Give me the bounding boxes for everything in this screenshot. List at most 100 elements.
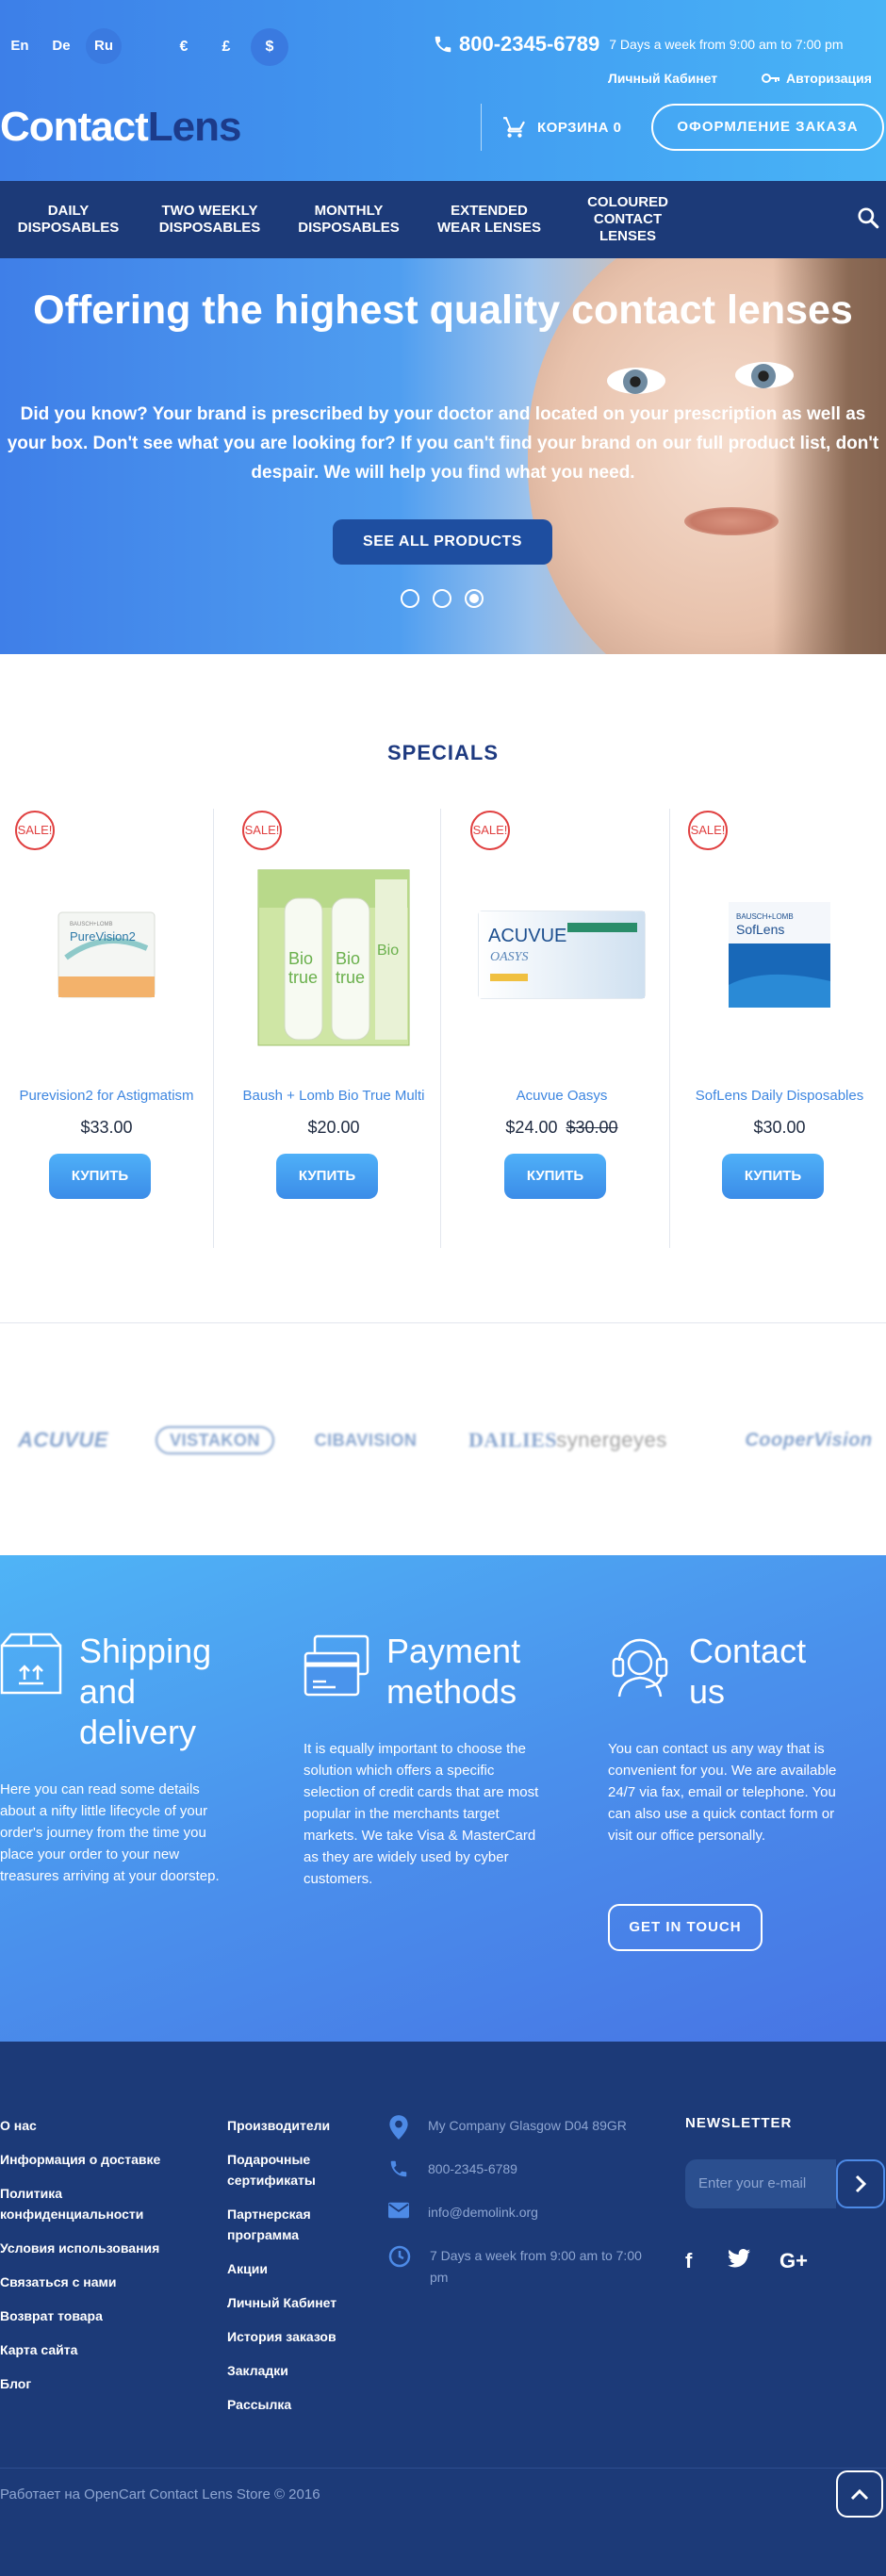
product-name[interactable]: Purevision2 for Astigmatism — [0, 1088, 213, 1104]
newsletter-submit-button[interactable] — [836, 2159, 885, 2208]
newsletter-email-input[interactable]: Enter your e-mail — [685, 2159, 836, 2208]
login-label: Авторизация — [786, 71, 872, 86]
footer-link-affiliate[interactable]: Партнерская программа — [227, 2204, 340, 2245]
product-image[interactable]: ACUVUE OASYS — [455, 846, 668, 1063]
buy-button[interactable]: КУПИТЬ — [49, 1154, 151, 1199]
footer-link-delivery[interactable]: Информация о доставке — [0, 2149, 160, 2170]
nav-coloured-contact-lenses[interactable]: COLOURED CONTACT LENSES — [575, 181, 681, 258]
buy-button[interactable]: КУПИТЬ — [276, 1154, 378, 1199]
lang-en[interactable]: En — [2, 28, 38, 64]
google-plus-icon[interactable]: G+ — [779, 2249, 808, 2273]
site-logo[interactable]: ContactLens — [0, 104, 241, 151]
brand-logo-dailies[interactable]: DAILIES — [466, 1421, 560, 1459]
brand-logo-vistakon[interactable]: VISTAKON — [156, 1426, 274, 1454]
footer-link-blog[interactable]: Блог — [0, 2373, 31, 2394]
buy-button[interactable]: КУПИТЬ — [722, 1154, 824, 1199]
product-divider — [669, 809, 670, 1248]
currency-pound[interactable]: £ — [207, 28, 245, 66]
brand-logo-cibavision[interactable]: CIBAVISION — [311, 1421, 420, 1459]
product-image[interactable]: Bio true Bio true Bio — [227, 846, 440, 1063]
footer-link-contact[interactable]: Связаться с нами — [0, 2272, 116, 2292]
contact-title: Contact us — [689, 1632, 807, 1711]
buy-button[interactable]: КУПИТЬ — [504, 1154, 606, 1199]
svg-text:Bio: Bio — [377, 943, 399, 959]
phone-icon — [435, 36, 451, 53]
lang-ru[interactable]: Ru — [86, 28, 122, 64]
currency-euro[interactable]: € — [165, 28, 203, 66]
shipping-text: Here you can read some details about a n… — [0, 1781, 220, 1884]
svg-text:Bio: Bio — [336, 949, 360, 968]
product-card: SALE! Bio true Bio true Bio Baush + Lomb… — [227, 809, 440, 1248]
contact-text: You can contact us any way that is conve… — [608, 1741, 837, 1844]
hero-title: Offering the highest quality contact len… — [33, 287, 853, 333]
nav-monthly-disposables[interactable]: MONTHLY DISPOSABLES — [287, 181, 410, 258]
product-name[interactable]: Acuvue Oasys — [455, 1088, 668, 1104]
footer-link-order-history[interactable]: История заказов — [227, 2326, 336, 2347]
payment-title: Payment methods — [386, 1632, 521, 1711]
phone-icon — [390, 2160, 407, 2177]
brand-logo-acuvue[interactable]: ACUVUE — [8, 1421, 119, 1459]
checkout-button[interactable]: ОФОРМЛЕНИЕ ЗАКАЗА — [651, 104, 884, 151]
footer-link-manufacturers[interactable]: Производители — [227, 2115, 330, 2136]
cart-icon — [503, 117, 525, 138]
search-button[interactable] — [856, 205, 880, 235]
copyright-text: Работает на OpenCart Contact Lens Store … — [0, 2486, 320, 2502]
slider-dot-3[interactable] — [465, 589, 484, 608]
work-hours: 7 Days a week from 9:00 am to 7:00 pm — [609, 37, 844, 52]
cart-label: КОРЗИНА 0 — [537, 119, 622, 136]
currency-dollar[interactable]: $ — [251, 28, 288, 66]
newsletter-title: NEWSLETTER — [685, 2115, 793, 2131]
old-price: $30.00 — [566, 1118, 618, 1137]
product-name[interactable]: SofLens Daily Disposables — [673, 1088, 886, 1104]
footer-link-specials[interactable]: Акции — [227, 2258, 268, 2279]
sale-badge: SALE! — [470, 811, 510, 850]
account-link[interactable]: Личный Кабинет — [608, 71, 717, 86]
footer-email[interactable]: info@demolink.org — [388, 2202, 654, 2223]
footer-link-privacy[interactable]: Политика конфиденциальности — [0, 2183, 189, 2224]
product-image[interactable]: BAUSCH+LOMB SofLens — [673, 846, 886, 1063]
nav-extended-wear-lenses[interactable]: EXTENDED WEAR LENSES — [430, 181, 549, 258]
footer-link-account[interactable]: Личный Кабинет — [227, 2292, 336, 2313]
product-card: SALE! PureVision2 BAUSCH+LOMB Purevision… — [0, 809, 213, 1248]
login-link[interactable]: Авторизация — [762, 71, 872, 86]
footer-link-newsletter[interactable]: Рассылка — [227, 2394, 291, 2415]
lang-de[interactable]: De — [43, 28, 79, 64]
footer-phone[interactable]: 800-2345-6789 — [388, 2158, 654, 2180]
get-in-touch-button[interactable]: GET IN TOUCH — [608, 1904, 763, 1951]
footer-divider — [0, 2468, 886, 2469]
footer-link-wishlist[interactable]: Закладки — [227, 2360, 288, 2381]
nav-daily-disposables[interactable]: DAILY DISPOSABLES — [9, 181, 127, 258]
svg-text:OASYS: OASYS — [490, 950, 528, 964]
main-nav: DAILY DISPOSABLES TWO WEEKLY DISPOSABLES… — [0, 181, 886, 258]
key-icon — [762, 74, 779, 83]
brand-logo-synergeyes[interactable]: synergeyes — [556, 1421, 667, 1459]
mail-icon — [388, 2202, 409, 2219]
hero-lips — [684, 507, 779, 535]
contact-block: Contact us You can contact us any way th… — [608, 1631, 844, 1846]
phone-number: 800-2345-6789 — [459, 32, 600, 56]
payment-text: It is equally important to choose the so… — [304, 1741, 539, 1887]
cart-button[interactable]: КОРЗИНА 0 — [501, 115, 621, 139]
footer-link-about[interactable]: О нас — [0, 2115, 37, 2136]
slider-dot-2[interactable] — [433, 589, 451, 608]
facebook-icon[interactable]: f — [685, 2249, 692, 2273]
footer-link-returns[interactable]: Возврат товара — [0, 2305, 103, 2326]
brand-logo-coopervision[interactable]: CooperVision — [745, 1421, 872, 1459]
footer-link-terms[interactable]: Условия использования — [0, 2238, 159, 2258]
sale-badge: SALE! — [15, 811, 55, 850]
see-all-products-button[interactable]: SEE ALL PRODUCTS — [333, 519, 552, 565]
section-divider — [0, 1322, 886, 1323]
twitter-icon[interactable] — [728, 2249, 750, 2273]
product-name[interactable]: Baush + Lomb Bio True Multi — [227, 1088, 440, 1104]
box-icon — [0, 1633, 62, 1695]
footer-address: My Company Glasgow D04 89GR — [388, 2115, 654, 2140]
nav-two-weekly-disposables[interactable]: TWO WEEKLY DISPOSABLES — [151, 181, 269, 258]
slider-dot-1[interactable] — [401, 589, 419, 608]
footer-link-sitemap[interactable]: Карта сайта — [0, 2339, 77, 2360]
footer-link-gift-certificates[interactable]: Подарочные сертификаты — [227, 2149, 340, 2190]
header-phone[interactable]: 800-2345-6789 7 Days a week from 9:00 am… — [433, 32, 843, 57]
chevron-up-icon — [850, 2488, 869, 2501]
product-image[interactable]: PureVision2 BAUSCH+LOMB — [0, 846, 213, 1063]
scroll-to-top-button[interactable] — [836, 2470, 883, 2518]
svg-text:true: true — [288, 968, 318, 987]
